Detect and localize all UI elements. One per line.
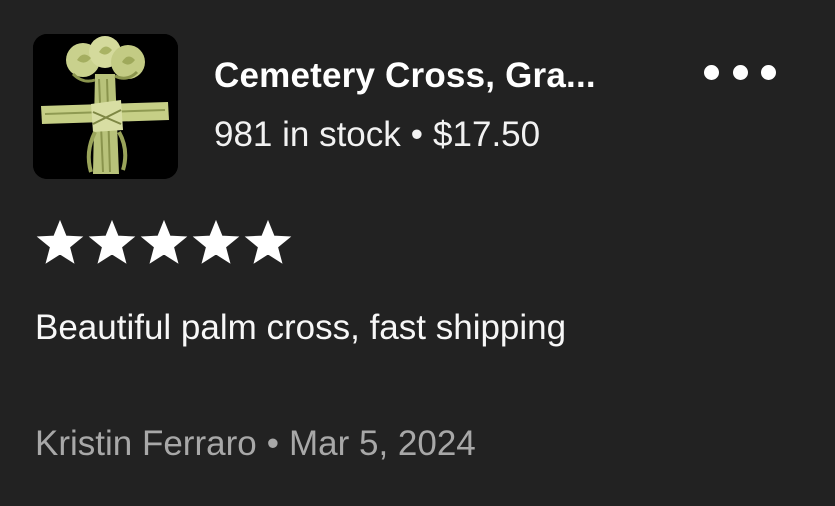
stock-count: 981 in stock bbox=[214, 115, 401, 154]
star-icon bbox=[192, 220, 240, 264]
product-thumbnail[interactable] bbox=[33, 34, 178, 179]
more-options-icon bbox=[761, 64, 776, 80]
product-price: $17.50 bbox=[433, 115, 541, 154]
review-text: Beautiful palm cross, fast shipping bbox=[35, 308, 567, 347]
meta-separator: • bbox=[410, 115, 424, 154]
star-rating bbox=[36, 220, 292, 266]
more-options-icon bbox=[732, 64, 748, 80]
palm-cross-image bbox=[33, 34, 178, 179]
star-icon bbox=[140, 220, 188, 264]
byline-separator: • bbox=[266, 424, 279, 463]
review-byline: Kristin Ferraro • Mar 5, 2024 bbox=[35, 424, 476, 464]
review-author[interactable]: Kristin Ferraro bbox=[35, 424, 257, 463]
product-title[interactable]: Cemetery Cross, Gra... bbox=[214, 56, 596, 96]
more-options-button[interactable] bbox=[704, 58, 776, 86]
review-date: Mar 5, 2024 bbox=[288, 424, 476, 463]
star-icon bbox=[88, 220, 136, 264]
more-options-icon bbox=[704, 64, 719, 80]
review-card: Cemetery Cross, Gra... 981 in stock • $17.… bbox=[0, 0, 835, 506]
star-icon bbox=[36, 220, 84, 264]
product-meta: 981 in stock • $17.50 bbox=[214, 115, 540, 155]
star-icon bbox=[244, 220, 292, 264]
